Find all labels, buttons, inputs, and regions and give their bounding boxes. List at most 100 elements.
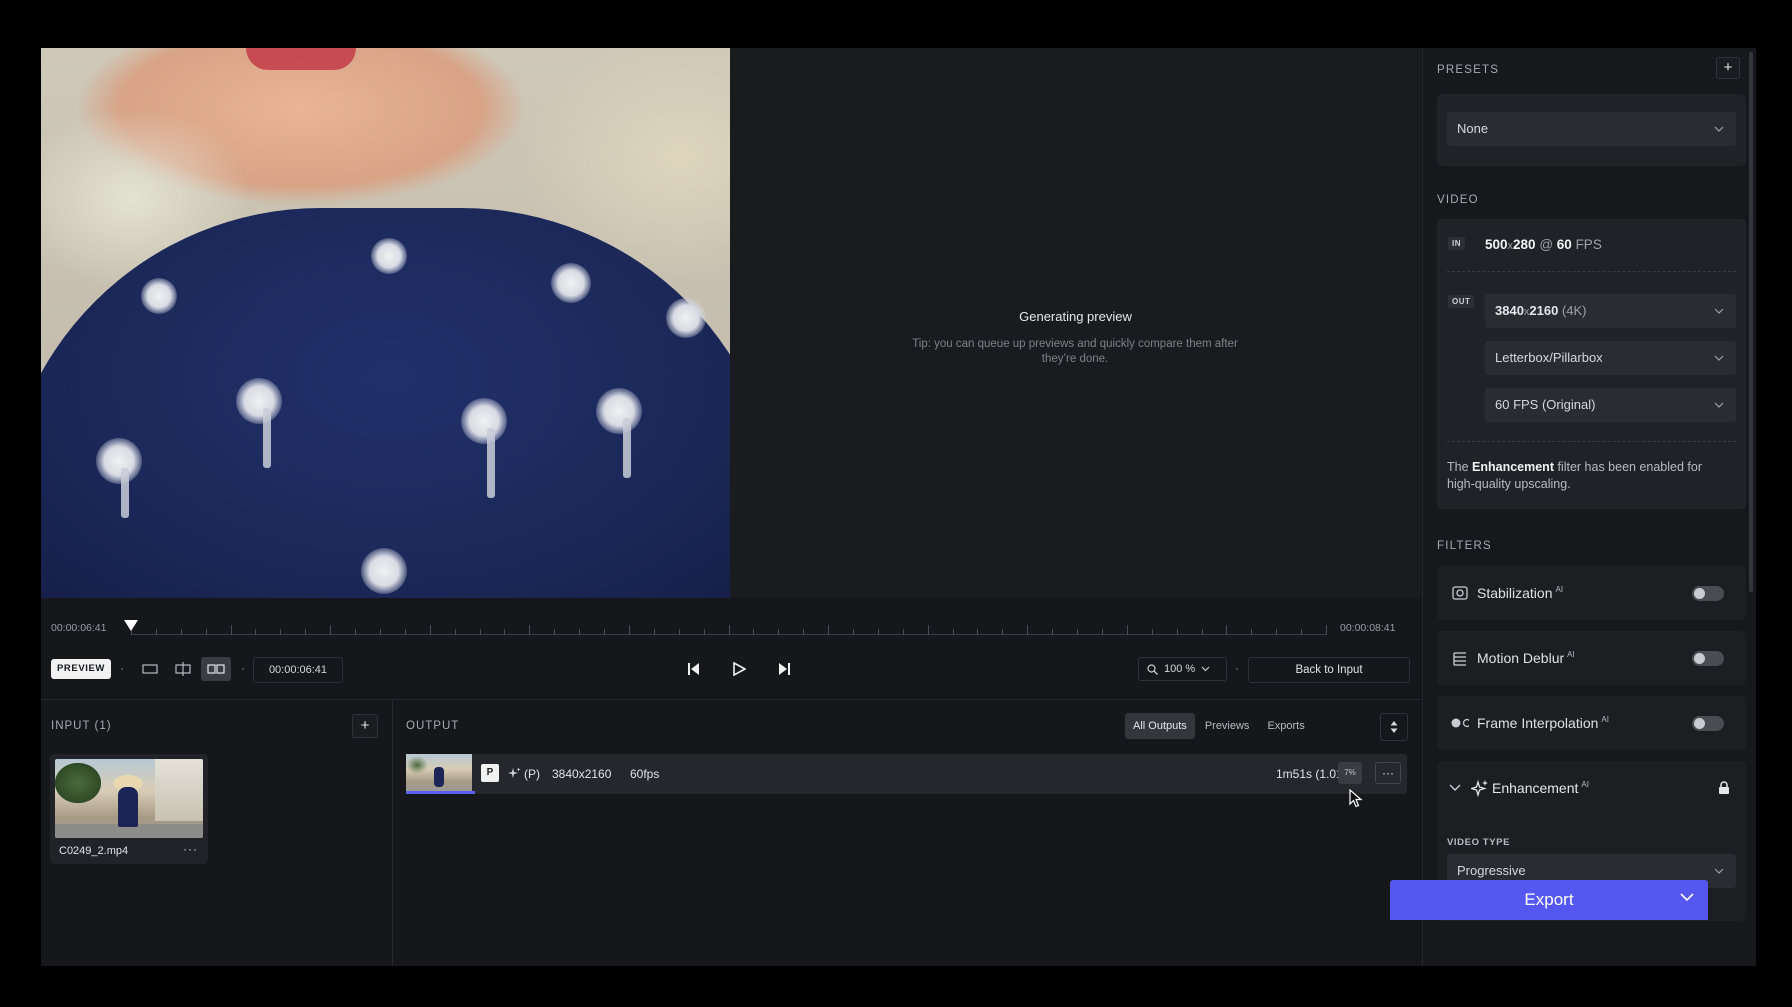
chevron-down-icon [1714, 126, 1724, 132]
divider [1447, 441, 1736, 442]
input-file-card[interactable]: C0249_2.mp4 ··· [50, 754, 208, 864]
add-input-button[interactable]: + [352, 714, 378, 738]
flower-pattern [141, 278, 177, 314]
separator [1236, 668, 1238, 670]
step-forward-button[interactable] [772, 658, 794, 680]
video-type-label: VIDEO TYPE [1447, 837, 1511, 848]
input-spec: 500x280 @ 60 FPS [1485, 237, 1602, 252]
stabilization-toggle[interactable] [1692, 586, 1724, 601]
tab-all-outputs[interactable]: All Outputs [1125, 713, 1195, 739]
stabilization-icon [1451, 584, 1469, 602]
timeline-tick [379, 629, 381, 635]
output-resolution: 3840x2160 [552, 767, 612, 781]
timeline-tick [1326, 625, 1327, 635]
timeline-tick [429, 625, 431, 635]
output-fps: 60fps [630, 767, 660, 781]
enhancement-note: The Enhancement filter has been enabled … [1447, 460, 1703, 491]
tab-exports[interactable]: Exports [1259, 713, 1312, 739]
back-to-input-button[interactable]: Back to Input [1248, 657, 1410, 683]
timeline-tick [1276, 629, 1278, 635]
video-label: VIDEO [1437, 194, 1479, 206]
frame-interpolation-toggle[interactable] [1692, 716, 1724, 731]
mouse-cursor-icon [1349, 789, 1363, 808]
sparkle-icon [508, 767, 521, 778]
timeline-tick [653, 629, 655, 635]
output-resolution-select[interactable]: 3840x2160 (4K) [1485, 294, 1736, 328]
export-label: Export [1524, 890, 1574, 909]
presets-box: None [1437, 94, 1746, 166]
zoom-value: 100 % [1164, 663, 1196, 675]
enhancement-title: Enhancement AI [1492, 780, 1589, 796]
timeline-current-time: 00:00:06:41 [51, 622, 107, 634]
timeline-tick [529, 625, 531, 635]
motion-deblur-toggle[interactable] [1692, 651, 1724, 666]
crop-mode-select[interactable]: Letterbox/Pillarbox [1485, 341, 1736, 375]
tab-previews[interactable]: Previews [1197, 713, 1258, 739]
settings-panel: PRESETS + None VIDEO IN 500x280 @ 60 FPS… [1422, 48, 1756, 966]
timeline-tick [778, 629, 780, 635]
single-view-icon [142, 664, 158, 674]
input-more-button[interactable]: ··· [183, 842, 198, 856]
input-pane-title: INPUT (1) [51, 720, 112, 732]
motion-deblur-icon [1451, 649, 1469, 667]
step-back-button[interactable] [684, 658, 706, 680]
mouth [246, 48, 356, 70]
zoom-icon [1147, 663, 1158, 675]
frame-rate-select[interactable]: 60 FPS (Original) [1485, 388, 1736, 422]
zoom-select[interactable]: 100 % [1138, 657, 1227, 681]
timeline-tick [504, 629, 506, 635]
add-preset-button[interactable]: + [1716, 57, 1740, 79]
output-filter-tabs: All Outputs Previews Exports [1125, 713, 1313, 739]
timeline[interactable]: 00:00:06:41 00:00:08:41 [41, 606, 1421, 646]
flower-pattern [461, 398, 507, 444]
timeline-tick [877, 629, 879, 635]
split-view-button[interactable] [168, 657, 198, 681]
timeline-tick [1251, 629, 1253, 635]
generating-preview-tip: Tip: you can queue up previews and quick… [912, 338, 1238, 365]
export-button[interactable]: Export [1390, 880, 1708, 920]
timeline-tick [1052, 629, 1054, 635]
output-row[interactable]: P (P) 3840x2160 60fps 1m51s (1.01spf) 7%… [406, 754, 1407, 794]
timeline-tick [305, 629, 307, 635]
time-display[interactable]: 00:00:06:41 [253, 657, 343, 683]
generating-preview-title: Generating preview [1019, 309, 1132, 324]
flower-pattern [236, 378, 282, 424]
filter-motion-deblur[interactable]: Motion Deblur AI [1437, 631, 1746, 685]
chevron-down-icon [1714, 402, 1724, 408]
timeline-tick [902, 629, 904, 635]
timeline-tick [828, 625, 830, 635]
preview-area: Generating preview Tip: you can queue up… [41, 48, 1421, 598]
flower-stem [487, 428, 495, 498]
timeline-tick [952, 629, 954, 635]
chevron-down-icon[interactable] [1449, 784, 1461, 792]
flower-pattern [371, 238, 407, 274]
timeline-tick [1176, 629, 1178, 635]
timeline-tick [1077, 629, 1079, 635]
preset-select[interactable]: None [1447, 112, 1736, 146]
side-by-side-view-button[interactable] [201, 657, 231, 681]
sort-button[interactable] [1380, 713, 1408, 741]
timeline-tick [255, 629, 257, 635]
play-button[interactable] [728, 658, 750, 680]
preset-value: None [1457, 121, 1489, 136]
chevron-down-icon [1714, 355, 1724, 361]
timeline-track[interactable] [131, 625, 1327, 635]
output-thumbnail [406, 754, 472, 791]
output-more-button[interactable]: ··· [1375, 762, 1401, 784]
timeline-tick [355, 629, 357, 635]
divider [1447, 271, 1736, 272]
chevron-down-icon [1714, 308, 1724, 314]
timeline-tick [479, 629, 481, 635]
input-thumbnail [55, 759, 203, 838]
panel-scrollbar[interactable] [1749, 52, 1753, 592]
timeline-tick [753, 629, 755, 635]
timeline-tick [230, 625, 232, 635]
preview-badge[interactable]: PREVIEW [51, 659, 111, 679]
chevron-down-icon[interactable] [1680, 893, 1694, 902]
filter-stabilization[interactable]: Stabilization AI [1437, 566, 1746, 620]
timeline-tick [554, 629, 556, 635]
playhead-handle[interactable] [124, 620, 138, 631]
single-view-button[interactable] [135, 657, 165, 681]
filter-frame-interpolation[interactable]: Frame Interpolation AI [1437, 696, 1746, 750]
timeline-tick [579, 629, 581, 635]
